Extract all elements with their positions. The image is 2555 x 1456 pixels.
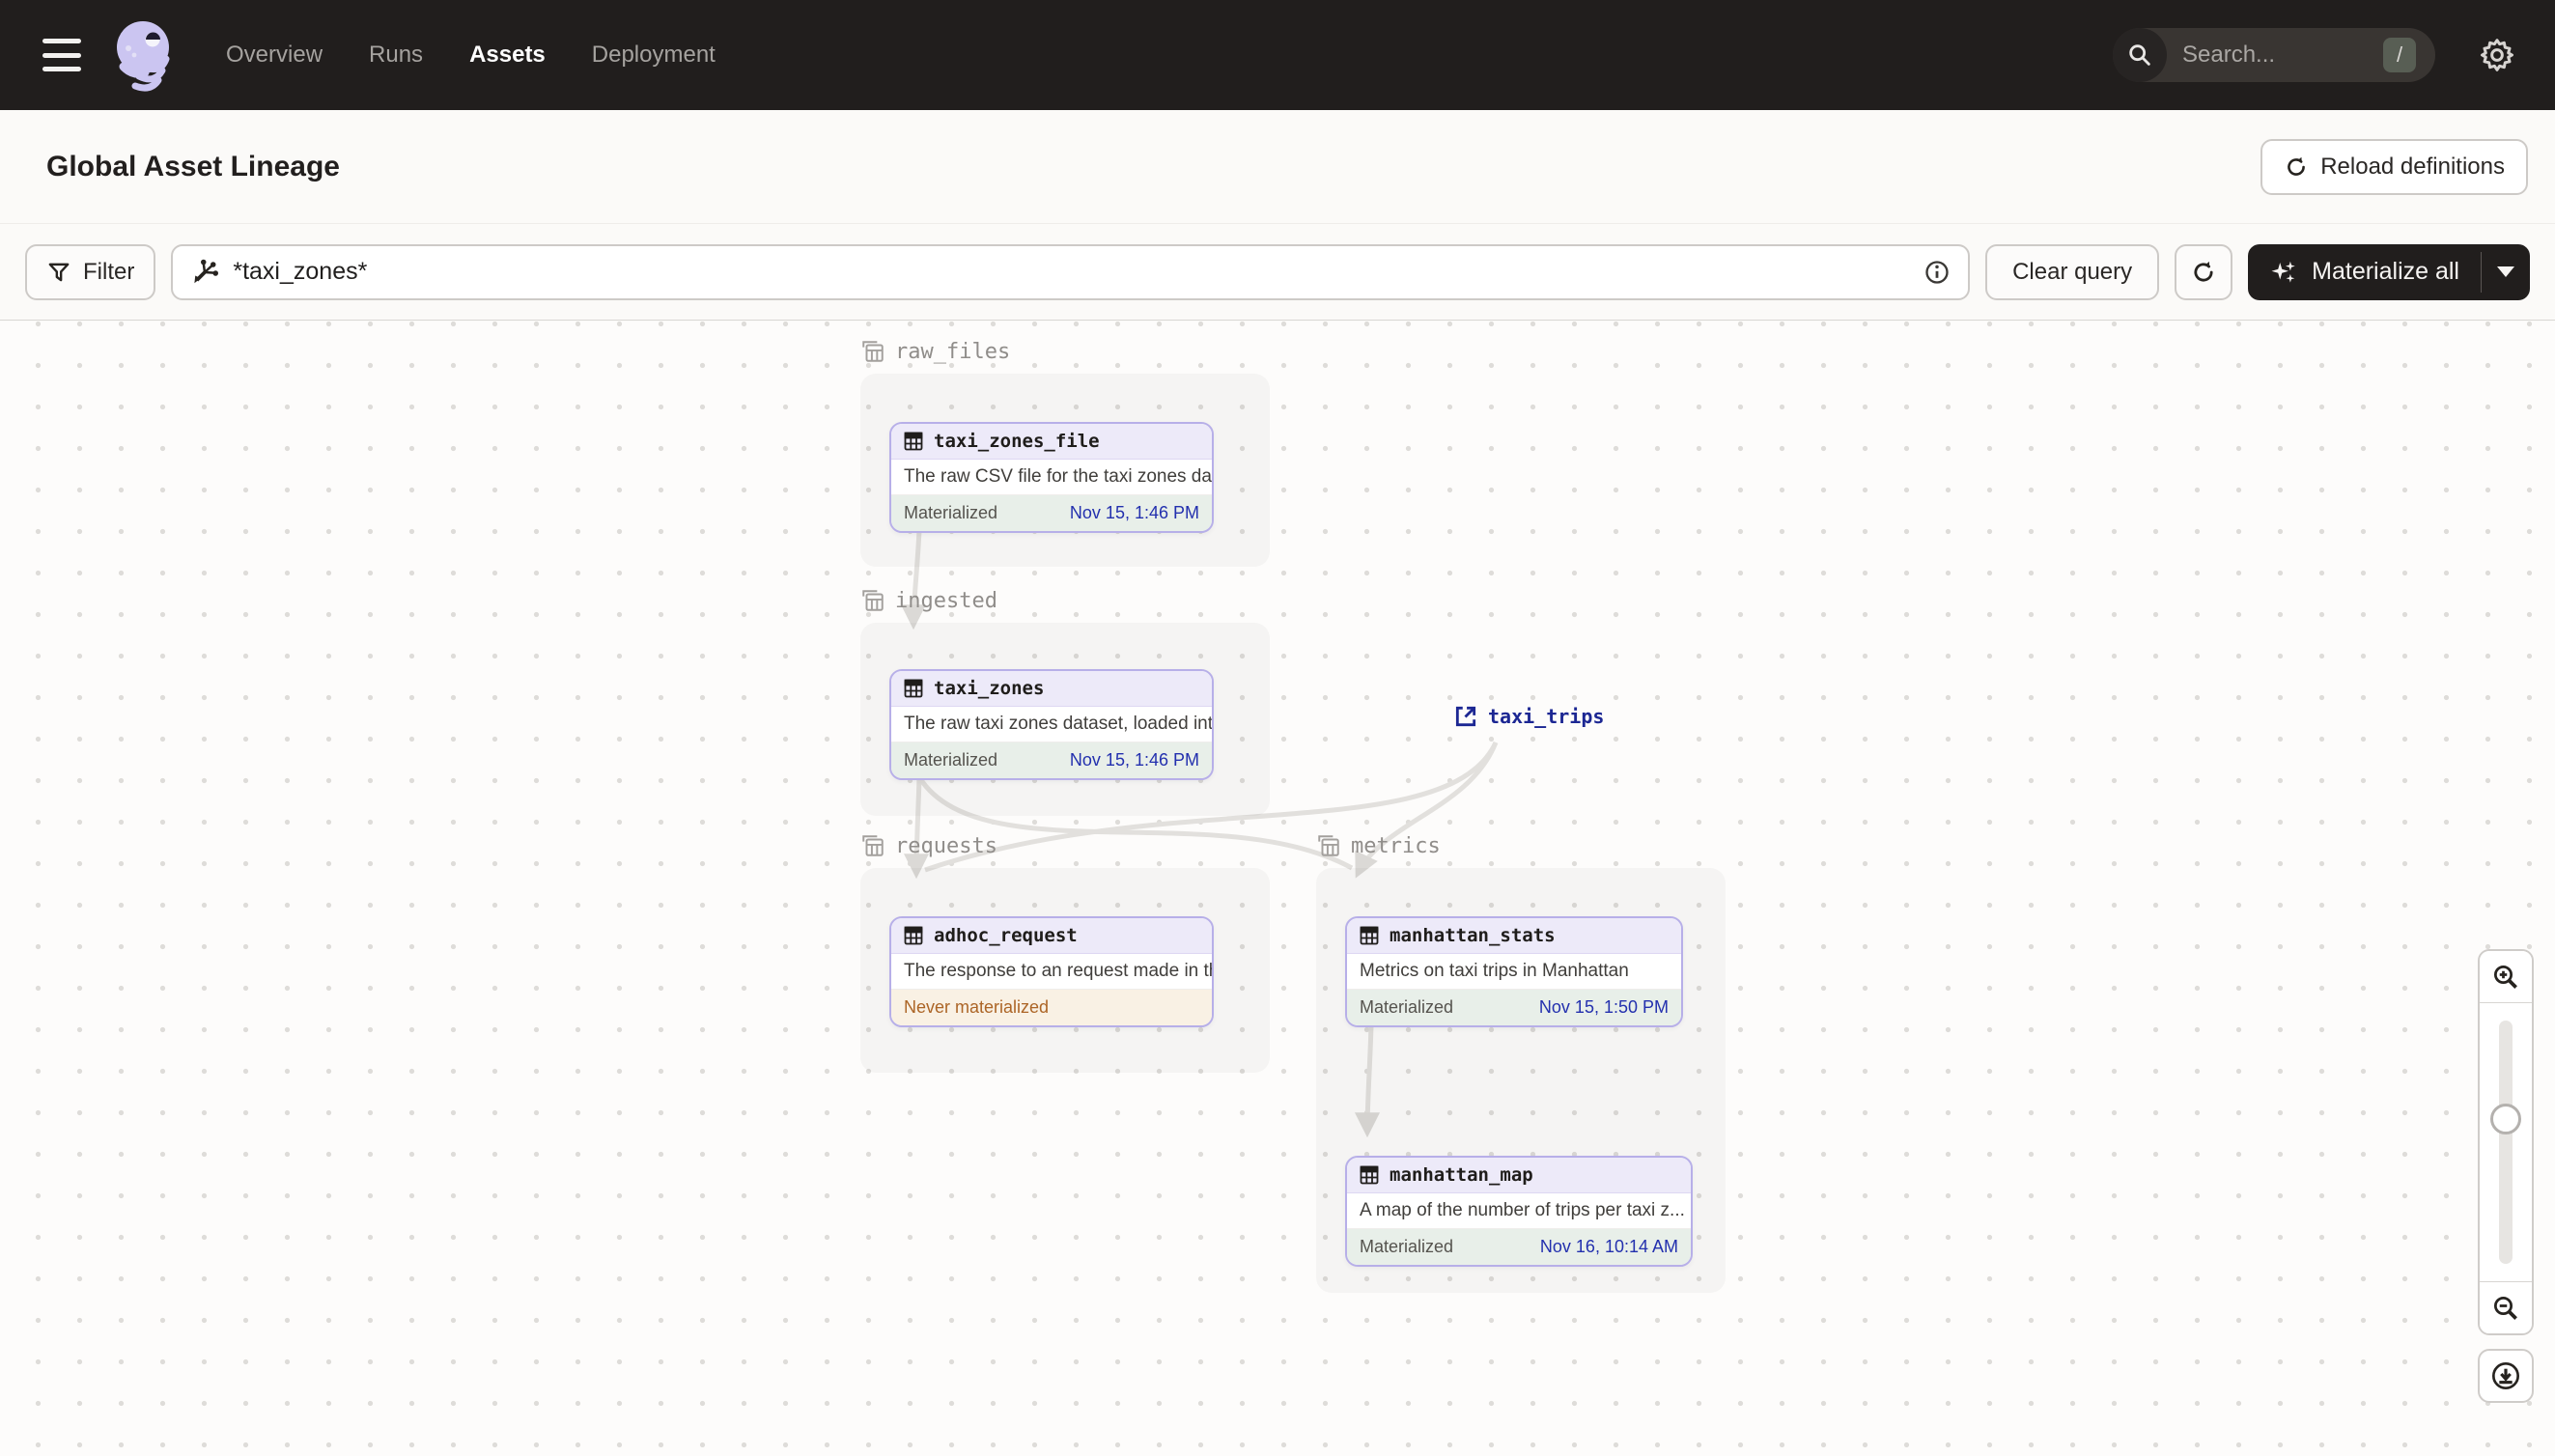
nav-item-deployment[interactable]: Deployment [592, 42, 716, 69]
asset-selection-input[interactable]: *taxi_zones* [171, 243, 1971, 300]
asset-name: taxi_zones [934, 678, 1045, 699]
reload-definitions-label: Reload definitions [2320, 153, 2505, 180]
lineage-edges [901, 529, 1499, 1138]
sparkles-icon [2271, 261, 2295, 283]
clear-query-button[interactable]: Clear query [1985, 243, 2160, 300]
nav-item-assets[interactable]: Assets [469, 42, 546, 69]
asset-description: Metrics on taxi trips in Manhattan [1347, 954, 1681, 990]
asset-group-icon [862, 835, 884, 856]
query-value: *taxi_zones* [233, 258, 368, 285]
asset-name: manhattan_map [1390, 1164, 1533, 1186]
lineage-toolbar: Filter *taxi_zones* Clear query Material… [0, 224, 2555, 321]
materialization-timestamp[interactable]: Nov 15, 1:46 PM [1070, 750, 1199, 770]
group-name: requests [895, 833, 997, 858]
nav-item-overview[interactable]: Overview [226, 42, 323, 69]
filter-funnel-icon [48, 263, 70, 281]
download-image-button[interactable] [2478, 1349, 2534, 1403]
refresh-icon [2288, 156, 2306, 176]
asset-node-manhattan-map[interactable]: manhattan_map A map of the number of tri… [1345, 1156, 1693, 1267]
filter-label: Filter [83, 258, 135, 285]
filter-button[interactable]: Filter [25, 243, 156, 300]
group-name: metrics [1351, 833, 1441, 858]
settings-gear-icon[interactable] [2478, 36, 2516, 74]
materialize-options-caret[interactable] [2482, 244, 2530, 300]
zoom-slider-handle[interactable] [2490, 1104, 2521, 1134]
status-badge: Materialized [1360, 1237, 1454, 1256]
table-icon [1360, 1165, 1379, 1185]
external-asset-name: taxi_trips [1488, 705, 1605, 728]
materialization-timestamp[interactable]: Nov 15, 1:50 PM [1539, 997, 1669, 1018]
asset-group-icon [862, 590, 884, 611]
download-icon [2492, 1362, 2519, 1389]
asset-node-adhoc-request[interactable]: adhoc_request The response to an request… [889, 916, 1214, 1027]
materialize-all-label: Materialize all [2312, 258, 2459, 285]
page-title: Global Asset Lineage [46, 150, 340, 182]
status-badge: Materialized [904, 503, 998, 522]
search-input[interactable]: Search... / [2113, 28, 2435, 82]
group-label-requests[interactable]: requests [860, 833, 997, 858]
status-badge: Never materialized [904, 997, 1050, 1017]
zoom-out-icon [2494, 1296, 2517, 1320]
nav-item-runs[interactable]: Runs [369, 42, 423, 69]
asset-node-taxi-zones-file[interactable]: taxi_zones_file The raw CSV file for the… [889, 422, 1214, 533]
external-asset-taxi-trips[interactable]: taxi_trips [1453, 704, 1604, 729]
search-shortcut-badge: / [2383, 38, 2416, 72]
table-icon [904, 432, 923, 451]
dagster-logo[interactable] [110, 16, 180, 94]
zoom-slider-track [2499, 1021, 2513, 1264]
status-badge: Materialized [1360, 997, 1454, 1017]
asset-group-icon [1318, 835, 1339, 856]
reload-definitions-button[interactable]: Reload definitions [2260, 138, 2528, 195]
zoom-out-button[interactable] [2480, 1281, 2532, 1333]
group-name: raw_files [895, 339, 1011, 364]
asset-description: The raw taxi zones dataset, loaded int..… [891, 707, 1212, 742]
info-icon[interactable] [1923, 259, 1951, 286]
refresh-graph-button[interactable] [2175, 243, 2233, 300]
menu-icon[interactable] [42, 39, 81, 71]
asset-node-manhattan-stats[interactable]: manhattan_stats Metrics on taxi trips in… [1345, 916, 1683, 1027]
zoom-slider[interactable] [2480, 1003, 2532, 1281]
materialize-all-split-button: Materialize all [2248, 243, 2530, 300]
zoom-controls [2478, 949, 2534, 1403]
zoom-in-icon [2494, 965, 2517, 989]
page-header: Global Asset Lineage Reload definitions [0, 110, 2555, 224]
open-in-new-icon [1455, 706, 1476, 727]
top-nav-bar: Overview Runs Assets Deployment Search..… [0, 0, 2555, 110]
refresh-icon [2194, 261, 2213, 281]
asset-name: adhoc_request [934, 925, 1078, 946]
group-label-raw-files[interactable]: raw_files [860, 339, 1010, 364]
group-name: ingested [895, 588, 997, 613]
primary-nav: Overview Runs Assets Deployment [226, 42, 716, 69]
asset-name: taxi_zones_file [934, 431, 1100, 452]
clear-query-label: Clear query [2012, 258, 2133, 285]
table-icon [904, 679, 923, 698]
asset-name: manhattan_stats [1390, 925, 1556, 946]
chevron-down-icon [2497, 266, 2514, 277]
status-badge: Materialized [904, 750, 998, 770]
asset-description: A map of the number of trips per taxi z.… [1347, 1193, 1691, 1229]
asset-group-icon [862, 341, 884, 362]
zoom-in-button[interactable] [2480, 951, 2532, 1003]
materialize-all-button[interactable]: Materialize all [2248, 244, 2481, 300]
table-icon [904, 926, 923, 945]
search-icon [2113, 28, 2167, 82]
group-label-metrics[interactable]: metrics [1316, 833, 1441, 858]
asset-graph-icon [194, 259, 219, 283]
asset-node-taxi-zones[interactable]: taxi_zones The raw taxi zones dataset, l… [889, 669, 1214, 780]
materialization-timestamp[interactable]: Nov 16, 10:14 AM [1540, 1237, 1678, 1257]
table-icon [1360, 926, 1379, 945]
asset-description: The raw CSV file for the taxi zones dat.… [891, 460, 1212, 495]
asset-description: The response to an request made in th... [891, 954, 1212, 990]
search-placeholder: Search... [2182, 42, 2276, 68]
group-label-ingested[interactable]: ingested [860, 588, 997, 613]
materialization-timestamp[interactable]: Nov 15, 1:46 PM [1070, 503, 1199, 523]
asset-graph-canvas[interactable]: raw_files taxi_zones_file The raw CSV fi… [0, 322, 2555, 1456]
